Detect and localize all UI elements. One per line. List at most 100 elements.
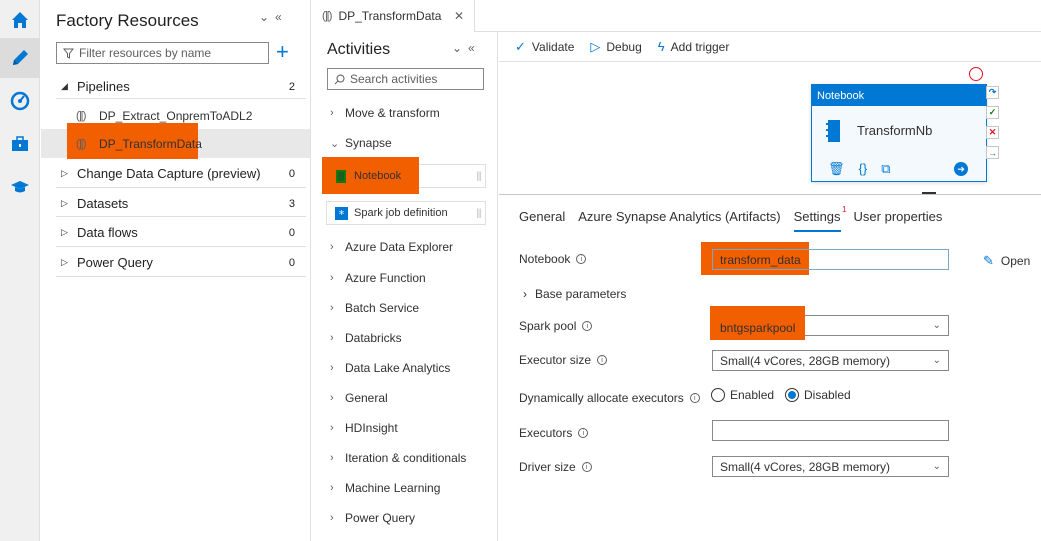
category-synapse[interactable]: ⌄ Synapse xyxy=(330,136,392,150)
dynamic-alloc-label: Dynamically allocate executors i xyxy=(519,391,700,405)
tree-powerquery[interactable]: ▷ Power Query 0 xyxy=(41,248,310,277)
chevron-right-icon: › xyxy=(330,332,334,344)
chevron-down-icon: ⌄ xyxy=(932,320,941,331)
divider xyxy=(56,216,306,217)
filter-input[interactable] xyxy=(79,46,259,60)
category-dla[interactable]: › Data Lake Analytics xyxy=(330,361,450,375)
check-icon: ✓ xyxy=(515,38,526,54)
category-move-transform[interactable]: › Move & transform xyxy=(330,106,440,120)
category-batch[interactable]: › Batch Service xyxy=(330,301,419,315)
debug-button[interactable]: ▷ Debug xyxy=(590,39,641,55)
pencil-icon[interactable] xyxy=(0,38,40,78)
completion-connector-icon[interactable]: → xyxy=(986,146,999,159)
drag-handle[interactable]: ||| xyxy=(476,208,482,219)
tab-general[interactable]: General xyxy=(519,209,565,232)
add-trigger-button[interactable]: ϟ Add trigger xyxy=(658,39,730,54)
chevron-right-icon: › xyxy=(330,392,334,404)
spark-icon: * xyxy=(334,206,348,220)
divider xyxy=(56,276,306,277)
svg-text:*: * xyxy=(338,208,344,220)
category-power-query[interactable]: › Power Query xyxy=(330,511,415,525)
tab-user-properties[interactable]: User properties xyxy=(854,209,943,232)
tree-datasets[interactable]: ▷ Datasets 3 xyxy=(41,189,310,218)
skip-connector-icon[interactable]: ↷ xyxy=(986,86,999,99)
pipeline-icon: (][) xyxy=(76,109,87,122)
copy-icon[interactable]: ⧉ xyxy=(881,161,890,177)
chevron-right-icon: › xyxy=(330,512,334,524)
arrow-right-icon[interactable]: ➜ xyxy=(954,162,968,176)
info-icon[interactable]: i xyxy=(581,462,592,472)
activities-title: Activities xyxy=(327,41,391,58)
pipeline-icon: (][) xyxy=(76,137,87,150)
code-icon[interactable]: {} xyxy=(859,161,868,177)
info-icon[interactable]: i xyxy=(597,355,608,365)
info-icon[interactable]: i xyxy=(578,428,589,438)
info-icon[interactable]: i xyxy=(582,321,593,331)
category-databricks[interactable]: › Databricks xyxy=(330,331,402,345)
divider xyxy=(56,98,306,99)
activities-search[interactable] xyxy=(327,68,484,90)
graduation-cap-icon[interactable] xyxy=(0,167,40,207)
category-function[interactable]: › Azure Function xyxy=(330,271,426,285)
chevron-right-icon: › xyxy=(330,482,334,494)
caret-right-icon: ▷ xyxy=(61,198,68,208)
search-icon xyxy=(334,74,345,84)
collapse-icon[interactable]: ⌄« xyxy=(452,41,481,55)
factory-resources-panel: Factory Resources ⌄« + ◢ Pipelines 2 (][… xyxy=(41,0,311,541)
divider xyxy=(56,187,306,188)
tree-cdc[interactable]: ▷ Change Data Capture (preview) 0 xyxy=(41,159,310,188)
collapse-icon[interactable]: ⌄« xyxy=(259,10,288,24)
notebook-activity-node[interactable]: Notebook TransformNb 🗑 {} ⧉ ➜ xyxy=(811,84,987,182)
chevron-right-icon: › xyxy=(330,241,334,253)
chevron-right-icon: › xyxy=(330,272,334,284)
driver-size-label: Driver size i xyxy=(519,460,592,474)
delete-icon[interactable]: 🗑 xyxy=(828,161,845,177)
chevron-right-icon: › xyxy=(330,107,334,119)
activity-notebook[interactable]: Notebook ||| xyxy=(322,157,486,194)
category-general[interactable]: › General xyxy=(330,391,388,405)
notebook-label: Notebook i xyxy=(519,252,587,266)
category-hdinsight[interactable]: › HDInsight xyxy=(330,421,398,435)
home-icon[interactable] xyxy=(0,0,40,40)
add-resource-button[interactable]: + xyxy=(276,40,289,64)
activity-spark-job[interactable]: * Spark job definition ||| xyxy=(326,201,486,225)
spark-pool-value: bntgsparkpool xyxy=(720,321,796,335)
success-connector-icon[interactable]: ✓ xyxy=(986,106,999,119)
info-icon[interactable]: i xyxy=(576,254,587,264)
executors-input[interactable] xyxy=(712,420,949,441)
tab-pipeline[interactable]: (][) DP_TransformData ✕ xyxy=(312,0,475,32)
toolbox-icon[interactable] xyxy=(0,124,40,164)
search-input[interactable] xyxy=(350,72,480,86)
chevron-down-icon: ⌄ xyxy=(932,461,941,472)
info-icon[interactable]: i xyxy=(689,393,700,403)
notebook-field[interactable]: transform_data xyxy=(712,249,949,270)
caret-right-icon: ▷ xyxy=(61,257,68,267)
resize-handle[interactable] xyxy=(922,192,936,194)
filter-icon xyxy=(63,48,74,59)
category-ml[interactable]: › Machine Learning xyxy=(330,481,440,495)
base-parameters-toggle[interactable]: › Base parameters xyxy=(523,287,626,301)
executor-size-select[interactable]: Small(4 vCores, 28GB memory) ⌄ xyxy=(712,350,949,371)
driver-size-select[interactable]: Small(4 vCores, 28GB memory) ⌄ xyxy=(712,456,949,477)
pipeline-canvas[interactable]: Notebook TransformNb 🗑 {} ⧉ ➜ ↷ ✓ ✕ → xyxy=(499,63,1041,194)
tree-pipelines[interactable]: ◢ Pipelines 2 xyxy=(41,72,310,101)
close-icon[interactable]: ✕ xyxy=(454,9,464,23)
chevron-right-icon: › xyxy=(330,422,334,434)
tab-settings[interactable]: Settings 1 xyxy=(793,205,847,232)
tree-pipeline-item-selected[interactable]: (][) DP_TransformData xyxy=(41,123,310,159)
failure-connector-icon[interactable]: ✕ xyxy=(986,126,999,139)
spark-pool-label: Spark pool i xyxy=(519,319,593,333)
validate-button[interactable]: ✓ Validate xyxy=(515,39,574,55)
open-button[interactable]: ✎ Open xyxy=(983,253,1030,269)
drag-handle[interactable]: ||| xyxy=(476,171,482,182)
tree-dataflows[interactable]: ▷ Data flows 0 xyxy=(41,218,310,247)
resource-filter[interactable] xyxy=(56,42,269,64)
category-iteration[interactable]: › Iteration & conditionals xyxy=(330,451,466,465)
category-ade[interactable]: › Azure Data Explorer xyxy=(330,240,453,254)
monitor-icon[interactable] xyxy=(0,81,40,121)
property-tabs: General Azure Synapse Analytics (Artifac… xyxy=(519,205,955,232)
tab-artifacts[interactable]: Azure Synapse Analytics (Artifacts) xyxy=(578,209,780,232)
pipeline-icon: (][) xyxy=(322,10,333,22)
radio-disabled[interactable]: Disabled xyxy=(785,388,851,402)
radio-enabled[interactable]: Enabled xyxy=(711,388,774,402)
